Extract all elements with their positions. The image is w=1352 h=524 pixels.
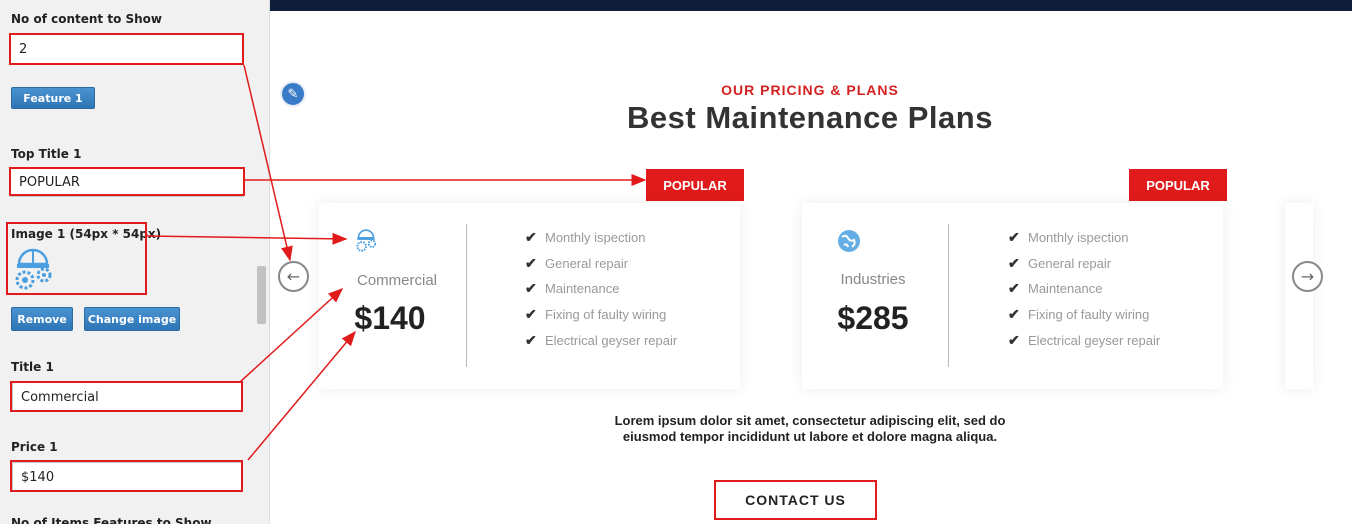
feature-item: ✔ Monthly ispection (1008, 229, 1129, 245)
check-icon: ✔ (1008, 280, 1020, 296)
feature-1-button[interactable]: Feature 1 (11, 87, 95, 109)
edit-pencil-icon[interactable]: ✎ (280, 81, 306, 107)
card-divider (948, 224, 949, 367)
popular-badge: POPULAR (646, 169, 744, 201)
annotation-frame (6, 222, 147, 295)
carousel-next-arrow-icon[interactable]: → (1292, 261, 1323, 292)
feature-item: ✔ Maintenance (1008, 280, 1103, 296)
price-label: Price 1 (11, 440, 58, 454)
check-icon: ✔ (525, 280, 537, 296)
plan-price: $140 (354, 300, 426, 336)
plan-title: Commercial (356, 272, 437, 289)
section-headline: Best Maintenance Plans (627, 100, 993, 135)
change-image-button[interactable]: Change image (84, 307, 180, 331)
section-eyebrow: OUR PRICING & PLANS (721, 82, 899, 98)
check-icon: ✔ (525, 255, 537, 271)
contact-us-button[interactable]: CONTACT US (714, 480, 877, 520)
features-count-label: No of Items Features to Show (11, 516, 212, 524)
top-title-label: Top Title 1 (11, 147, 82, 161)
annotation-frame (9, 167, 245, 196)
feature-item: ✔ General repair (1008, 255, 1112, 271)
globe-icon (836, 228, 862, 254)
feature-item: ✔ Electrical geyser repair (1008, 332, 1161, 348)
feature-item: ✔ General repair (525, 255, 629, 271)
panel-scrollbar[interactable] (257, 266, 266, 324)
check-icon: ✔ (525, 332, 537, 348)
check-icon: ✔ (1008, 332, 1020, 348)
feature-item: ✔ Fixing of faulty wiring (1008, 306, 1150, 322)
check-icon: ✔ (1008, 306, 1020, 322)
count-label: No of content to Show (11, 12, 163, 26)
check-icon: ✔ (1008, 255, 1020, 271)
pricing-card: Commercial $140 ✔ Monthly ispection ✔ Gene… (319, 203, 740, 389)
annotation-frame (10, 460, 243, 492)
feature-item: ✔ Electrical geyser repair (525, 332, 678, 348)
feature-item: ✔ Fixing of faulty wiring (525, 306, 667, 322)
popular-badge: POPULAR (1129, 169, 1227, 201)
helmet-gears-icon (352, 228, 380, 254)
title-label: Title 1 (11, 360, 54, 374)
section-description: Lorem ipsum dolor sit amet, consectetur … (560, 413, 1060, 445)
card-divider (466, 224, 467, 367)
carousel-prev-arrow-icon[interactable]: ← (278, 261, 309, 292)
check-icon: ✔ (525, 229, 537, 245)
annotation-frame (9, 33, 244, 65)
annotation-frame (10, 381, 243, 412)
description-line: Lorem ipsum dolor sit amet, consectetur … (614, 413, 1006, 428)
plan-title: Industries (840, 271, 906, 288)
pricing-card-partial (1285, 203, 1313, 389)
feature-item: ✔ Maintenance (525, 280, 620, 296)
check-icon: ✔ (525, 306, 537, 322)
check-icon: ✔ (1008, 229, 1020, 245)
description-line: eiusmod tempor incididunt ut labore et d… (622, 429, 998, 444)
feature-item: ✔ Monthly ispection (525, 229, 646, 245)
remove-image-button[interactable]: Remove (11, 307, 73, 331)
top-nav-bar (270, 0, 1352, 11)
pricing-card: Industries $285 ✔ Monthly ispection ✔ Gene… (802, 203, 1223, 389)
plan-price: $285 (837, 300, 909, 336)
